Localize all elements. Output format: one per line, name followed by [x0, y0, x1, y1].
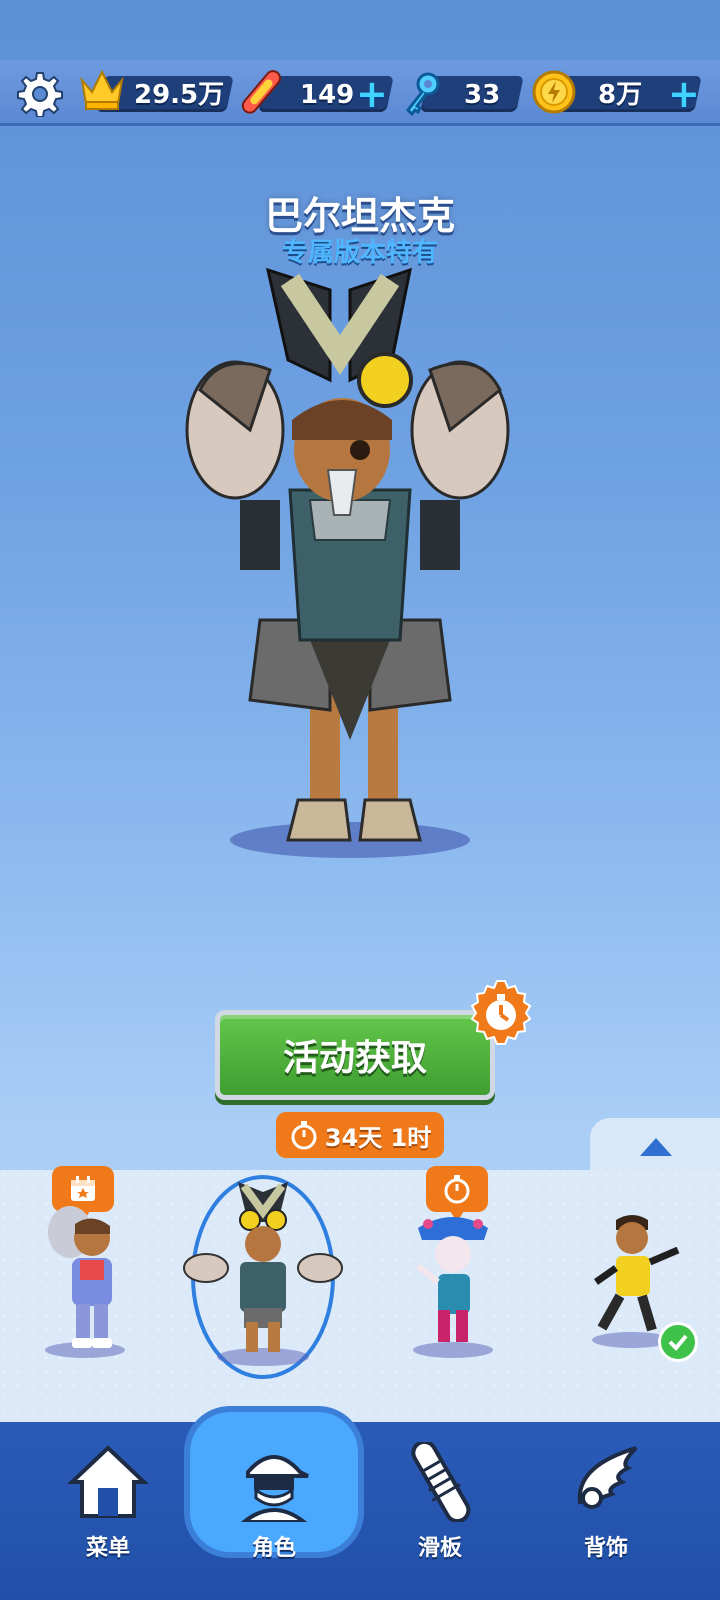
add-coin-button[interactable]: +	[668, 72, 700, 116]
nav-label-menu: 菜单	[85, 1536, 130, 1561]
currency-bar: 29.5万 149 + 33 8万 +	[0, 60, 720, 126]
character-thumb-opera[interactable]	[398, 1210, 508, 1360]
chevron-up-icon	[640, 1138, 672, 1156]
coin-value: 8万	[598, 80, 643, 110]
expand-tray-tab[interactable]	[590, 1118, 720, 1174]
owned-check-badge	[658, 1322, 698, 1362]
character-icon	[240, 1455, 309, 1522]
wings-icon	[577, 1446, 638, 1509]
stopwatch-icon	[444, 1175, 470, 1204]
crown-icon	[80, 69, 124, 110]
nav-label-characters: 角色	[251, 1536, 296, 1561]
add-hoverboard-button[interactable]: +	[356, 72, 388, 116]
crown-value: 29.5万	[134, 80, 225, 110]
checkmark-icon	[668, 1334, 688, 1351]
nav-item-characters[interactable]: 角色	[194, 1422, 354, 1600]
hoverboard-nav-icon	[411, 1442, 471, 1522]
key-icon	[406, 72, 440, 116]
gear-icon	[17, 72, 63, 117]
stopwatch-icon	[291, 1121, 317, 1150]
nav-item-backpacks[interactable]: 背饰	[526, 1422, 686, 1600]
home-icon	[68, 1445, 148, 1518]
nav-item-menu[interactable]: 菜单	[28, 1422, 188, 1600]
nav-label-backpacks: 背饰	[583, 1536, 628, 1561]
key-value: 33	[464, 80, 501, 110]
obtain-via-event-button[interactable]: 活动获取	[215, 1010, 495, 1100]
event-timer-text: 34天 1时	[324, 1123, 432, 1152]
settings-button[interactable]	[14, 68, 66, 120]
nav-item-hoverboards[interactable]: 滑板	[360, 1422, 520, 1600]
limited-time-tag	[426, 1166, 488, 1222]
nav-label-hoverboards: 滑板	[417, 1536, 462, 1561]
character-thumb-baltan-jake-selected[interactable]	[178, 1172, 348, 1382]
coin-icon	[532, 70, 576, 114]
character-thumb-ultraman[interactable]	[30, 1200, 140, 1360]
hoverboard-value: 149	[300, 80, 355, 110]
character-preview[interactable]	[180, 240, 520, 860]
hoverboard-icon	[241, 70, 281, 114]
stopwatch-badge-icon	[470, 980, 532, 1045]
event-timer: 34天 1时	[276, 1112, 444, 1158]
